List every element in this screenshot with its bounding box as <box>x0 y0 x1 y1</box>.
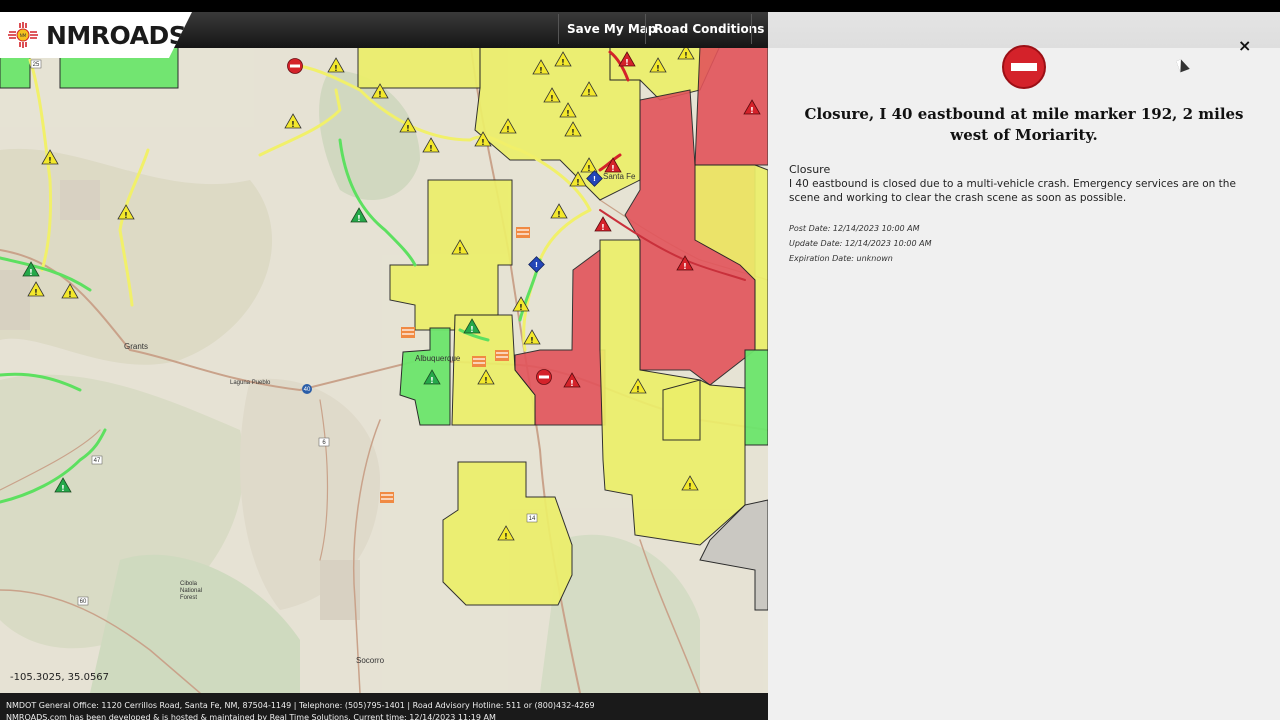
svg-text:47: 47 <box>94 458 101 464</box>
do-not-enter-icon <box>1002 45 1046 89</box>
svg-text:!: ! <box>750 106 754 115</box>
svg-text:!: ! <box>430 376 434 385</box>
page-footer: NMDOT General Office: 1120 Cerrillos Roa… <box>0 693 768 720</box>
event-description: I 40 eastbound is closed due to a multi-… <box>789 178 1236 204</box>
svg-text:!: ! <box>656 64 660 73</box>
svg-text:!: ! <box>470 325 474 334</box>
svg-text:!: ! <box>29 268 33 277</box>
svg-text:!: ! <box>683 262 687 271</box>
event-title: Closure, I 40 eastbound at mile marker 1… <box>804 105 1244 144</box>
svg-text:!: ! <box>481 138 485 147</box>
svg-text:!: ! <box>684 51 688 60</box>
svg-text:!: ! <box>530 336 534 345</box>
svg-text:25: 25 <box>33 62 40 68</box>
svg-text:!: ! <box>636 385 640 394</box>
route-25-shield: 25 <box>30 59 42 69</box>
svg-text:!: ! <box>458 246 462 255</box>
route-6-shield: 6 <box>318 437 330 447</box>
svg-text:!: ! <box>688 482 692 491</box>
zia-sun-logo-icon: NM <box>8 22 38 48</box>
svg-text:40: 40 <box>304 387 311 393</box>
svg-text:!: ! <box>566 109 570 118</box>
red-zone <box>694 45 768 166</box>
interstate-40-shield: 40 <box>302 384 312 394</box>
label-laguna-pueblo: Laguna Pueblo <box>230 380 271 386</box>
svg-text:!: ! <box>334 64 338 73</box>
svg-text:!: ! <box>601 223 605 232</box>
svg-text:!: ! <box>406 124 410 133</box>
top-black-strip <box>0 0 1280 12</box>
svg-text:!: ! <box>61 484 65 493</box>
route-47-shield: 47 <box>91 455 103 465</box>
panel-header-overlay <box>768 12 1280 48</box>
label-cibola-forest-2: National <box>180 588 202 594</box>
map-canvas[interactable]: Grants Albuquerque Santa Fe Socorro Lagu… <box>0 12 768 693</box>
yellow-zone <box>357 45 481 89</box>
svg-text:!: ! <box>550 94 554 103</box>
svg-text:!: ! <box>504 532 508 541</box>
route-60-shield: 60 <box>77 596 89 606</box>
svg-text:!: ! <box>593 175 596 183</box>
svg-text:!: ! <box>48 156 52 165</box>
coordinate-readout: -105.3025, 35.0567 <box>10 672 110 683</box>
svg-text:14: 14 <box>529 516 536 522</box>
svg-text:!: ! <box>576 178 580 187</box>
svg-text:!: ! <box>506 125 510 134</box>
svg-text:!: ! <box>535 261 538 269</box>
svg-text:!: ! <box>68 290 72 299</box>
closure-icon <box>287 58 303 74</box>
svg-text:!: ! <box>124 211 128 220</box>
nav-separator <box>751 14 752 44</box>
svg-text:!: ! <box>429 144 433 153</box>
event-category: Closure <box>789 163 831 176</box>
svg-text:!: ! <box>34 288 38 297</box>
closure-icon <box>536 369 552 385</box>
label-grants: Grants <box>124 342 148 351</box>
svg-text:!: ! <box>611 164 615 173</box>
construction-icon <box>401 327 415 338</box>
svg-text:!: ! <box>587 164 591 173</box>
svg-text:!: ! <box>557 210 561 219</box>
svg-text:NM: NM <box>20 33 27 38</box>
yellow-zone <box>662 379 701 441</box>
construction-icon <box>380 492 394 503</box>
svg-text:!: ! <box>378 90 382 99</box>
construction-icon <box>516 227 530 238</box>
close-panel-button[interactable]: × <box>1238 36 1251 55</box>
svg-text:60: 60 <box>80 599 87 605</box>
construction-icon <box>472 356 486 367</box>
event-expiration-date: Expiration Date: unknown <box>789 254 893 263</box>
nav-road-conditions[interactable]: Road Conditions <box>646 22 772 36</box>
label-albuquerque: Albuquerque <box>415 354 461 363</box>
site-logo-text: NMROADS <box>46 21 187 50</box>
event-update-date: Update Date: 12/14/2023 10:00 AM <box>789 239 932 248</box>
svg-text:!: ! <box>587 88 591 97</box>
event-detail-panel: × Closure, I 40 eastbound at mile marker… <box>768 12 1280 720</box>
svg-text:!: ! <box>571 128 575 137</box>
footer-credits-line: NMROADS.com has been developed & is host… <box>6 713 496 720</box>
site-logo[interactable]: NM NMROADS <box>0 12 192 58</box>
mouse-cursor-icon <box>1176 57 1190 73</box>
construction-icon <box>495 350 509 361</box>
svg-text:!: ! <box>561 58 565 67</box>
event-post-date: Post Date: 12/14/2023 10:00 AM <box>789 224 920 233</box>
svg-text:!: ! <box>625 58 629 67</box>
svg-text:!: ! <box>539 66 543 75</box>
svg-text:!: ! <box>570 379 574 388</box>
svg-text:!: ! <box>357 214 361 223</box>
label-socorro: Socorro <box>356 656 385 665</box>
label-cibola-forest-3: Forest <box>180 595 197 601</box>
label-cibola-forest: Cibola <box>180 581 198 587</box>
svg-text:!: ! <box>519 303 523 312</box>
footer-contact-line: NMDOT General Office: 1120 Cerrillos Roa… <box>6 701 595 710</box>
label-santa-fe: Santa Fe <box>603 172 636 181</box>
svg-text:!: ! <box>291 120 295 129</box>
svg-text:!: ! <box>484 376 488 385</box>
route-14-shield: 14 <box>526 513 538 523</box>
green-zone <box>744 349 768 446</box>
